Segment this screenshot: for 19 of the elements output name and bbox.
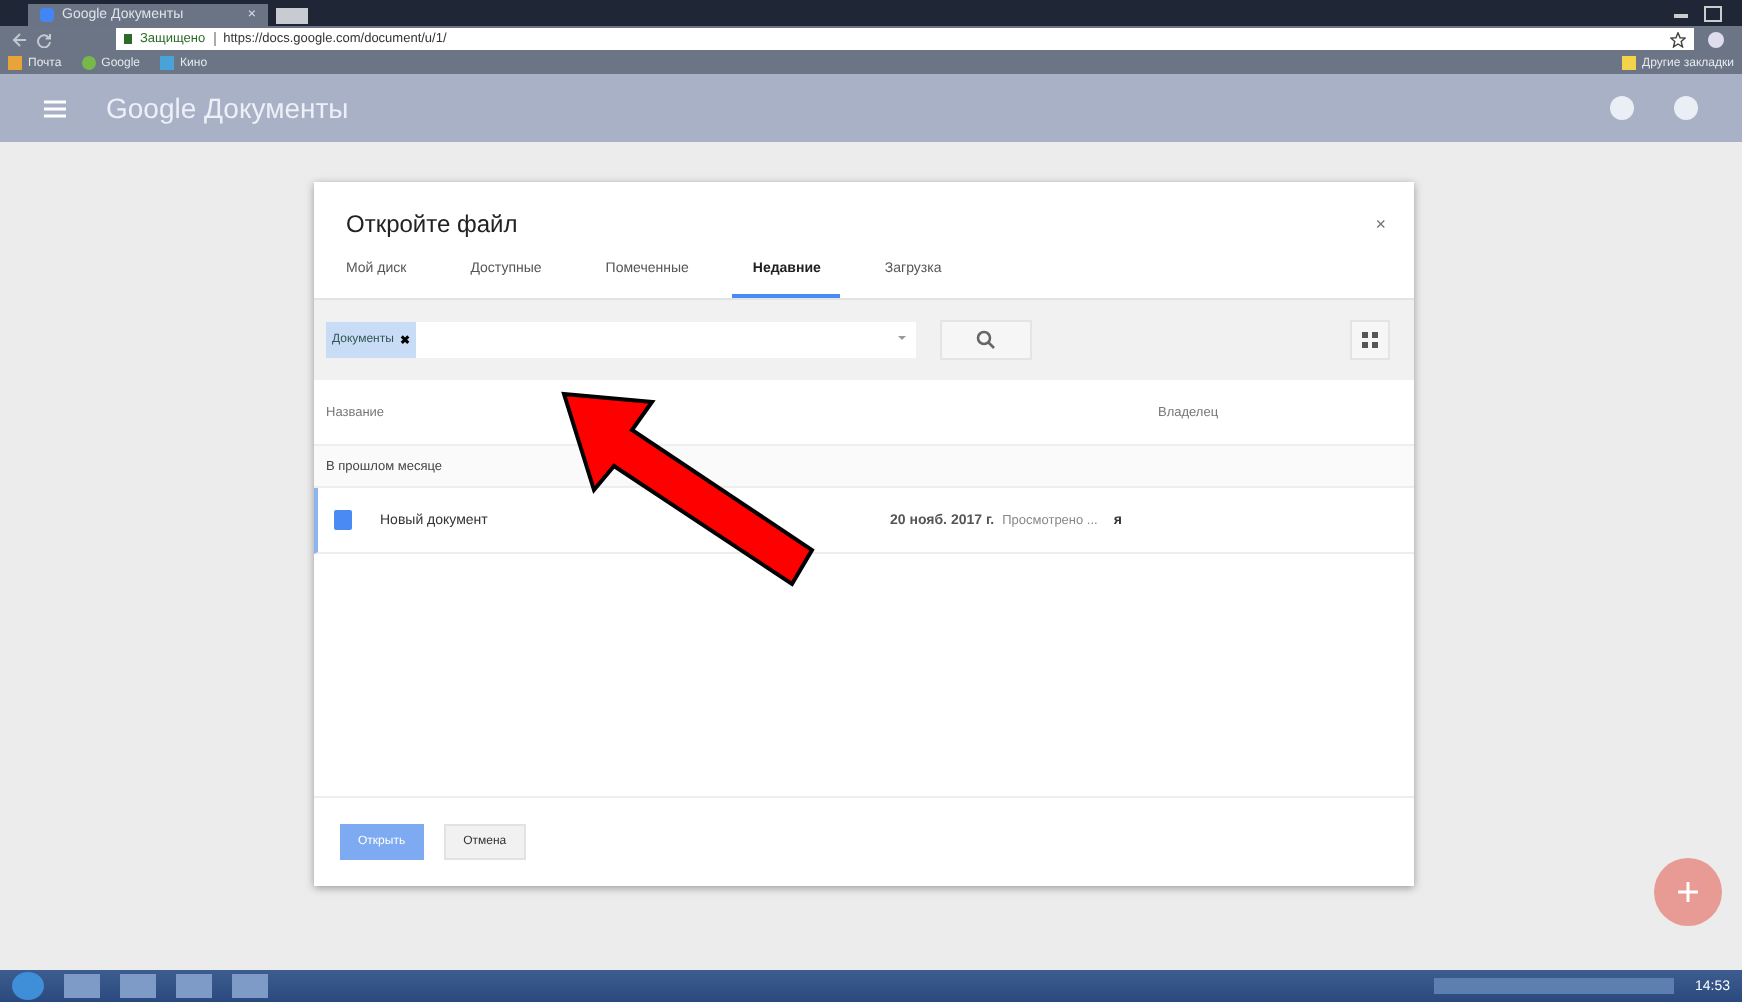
dialog-title: Откройте файл <box>346 210 518 238</box>
reload-icon[interactable] <box>36 31 52 47</box>
search-button[interactable] <box>940 320 1032 360</box>
minimize-icon[interactable] <box>1674 13 1688 17</box>
plus-icon <box>1678 882 1698 902</box>
add-button[interactable] <box>1654 858 1722 926</box>
close-button[interactable]: × <box>1375 214 1386 234</box>
dropdown-icon[interactable] <box>898 336 906 344</box>
document-icon <box>334 510 352 530</box>
maximize-icon[interactable] <box>1704 5 1722 21</box>
grid-view-button[interactable] <box>1350 320 1390 360</box>
start-button[interactable] <box>12 972 44 1000</box>
menu-icon[interactable] <box>44 99 66 117</box>
star-icon[interactable] <box>1670 31 1686 47</box>
back-icon[interactable] <box>12 31 28 47</box>
app-title: Google Документы <box>106 92 349 124</box>
search-icon <box>976 330 996 350</box>
grid-icon <box>1362 332 1378 348</box>
docs-icon <box>40 8 54 22</box>
